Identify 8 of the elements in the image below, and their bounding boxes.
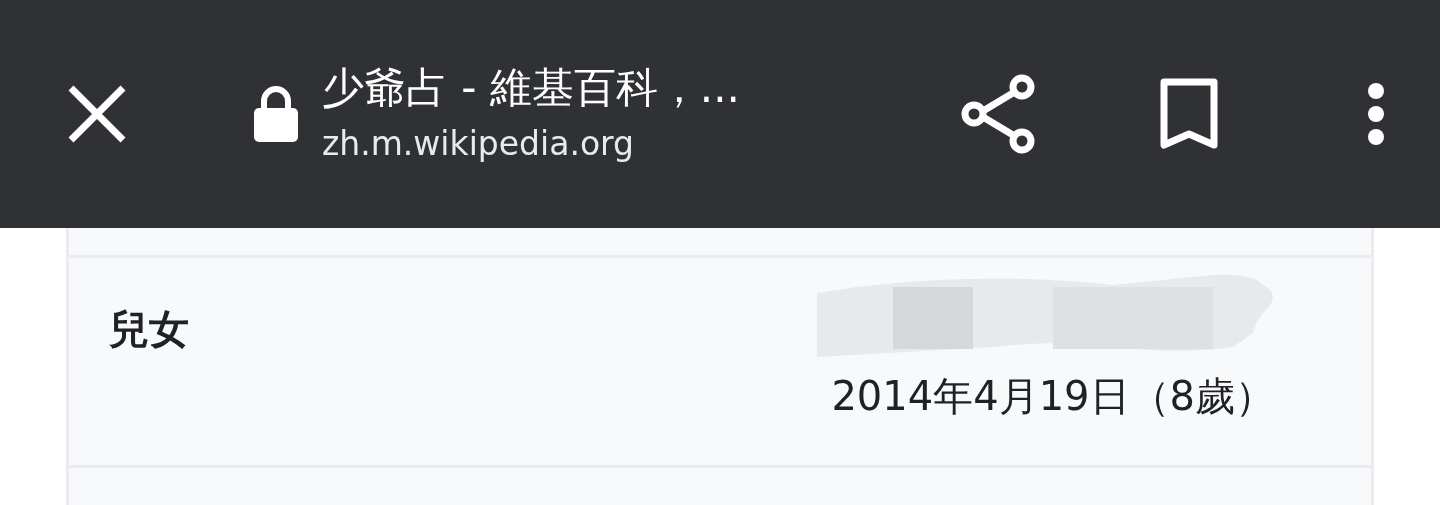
close-icon[interactable] <box>66 83 128 145</box>
bookmark-icon[interactable] <box>1160 78 1218 150</box>
page-title: 少爺占 - 維基百科，... <box>322 62 741 114</box>
page-url: zh.m.wikipedia.org <box>322 123 635 165</box>
row-label: 兒女 <box>108 305 190 354</box>
more-icon[interactable] <box>1366 82 1386 146</box>
row-value: 2014年4月19日（8歲） <box>831 372 1275 421</box>
share-icon[interactable] <box>960 74 1036 154</box>
